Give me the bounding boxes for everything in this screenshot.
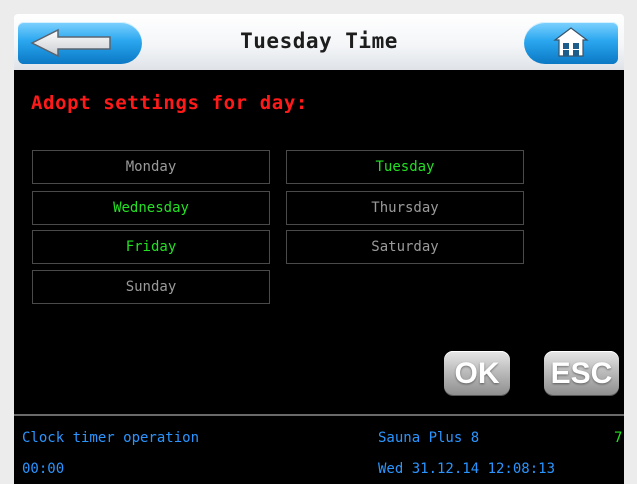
day-button-saturday[interactable]: Saturday [286, 230, 524, 264]
ok-button[interactable]: OK [444, 351, 510, 395]
page-title: Tuesday Time [240, 29, 398, 53]
back-arrow-icon [30, 28, 111, 58]
day-button-friday[interactable]: Friday [32, 230, 270, 264]
adopt-heading: Adopt settings for day: [31, 92, 308, 114]
home-icon [553, 27, 589, 57]
day-button-sunday[interactable]: Sunday [32, 270, 270, 304]
device-number: 7 [614, 430, 623, 446]
device-name: Sauna Plus 8 [378, 430, 480, 446]
timer-value: 00:00 [22, 461, 65, 477]
device-screen: Tuesday Time Adopt settings for day: Mon… [0, 0, 637, 484]
main-panel: Adopt settings for day: Monday Tuesday W… [14, 70, 624, 414]
day-button-thursday[interactable]: Thursday [286, 191, 524, 225]
status-bar: Clock timer operation 00:00 Sauna Plus 8… [14, 414, 624, 484]
date-time-readout: Wed 31.12.14 12:08:13 [378, 461, 556, 477]
day-button-monday[interactable]: Monday [32, 150, 270, 184]
back-button[interactable] [18, 22, 142, 64]
header-bar: Tuesday Time [14, 14, 624, 70]
operation-mode-text: Clock timer operation [22, 430, 200, 446]
esc-button[interactable]: ESC [544, 351, 619, 395]
home-button[interactable] [524, 22, 618, 64]
day-button-tuesday[interactable]: Tuesday [286, 150, 524, 184]
day-button-wednesday[interactable]: Wednesday [32, 191, 270, 225]
